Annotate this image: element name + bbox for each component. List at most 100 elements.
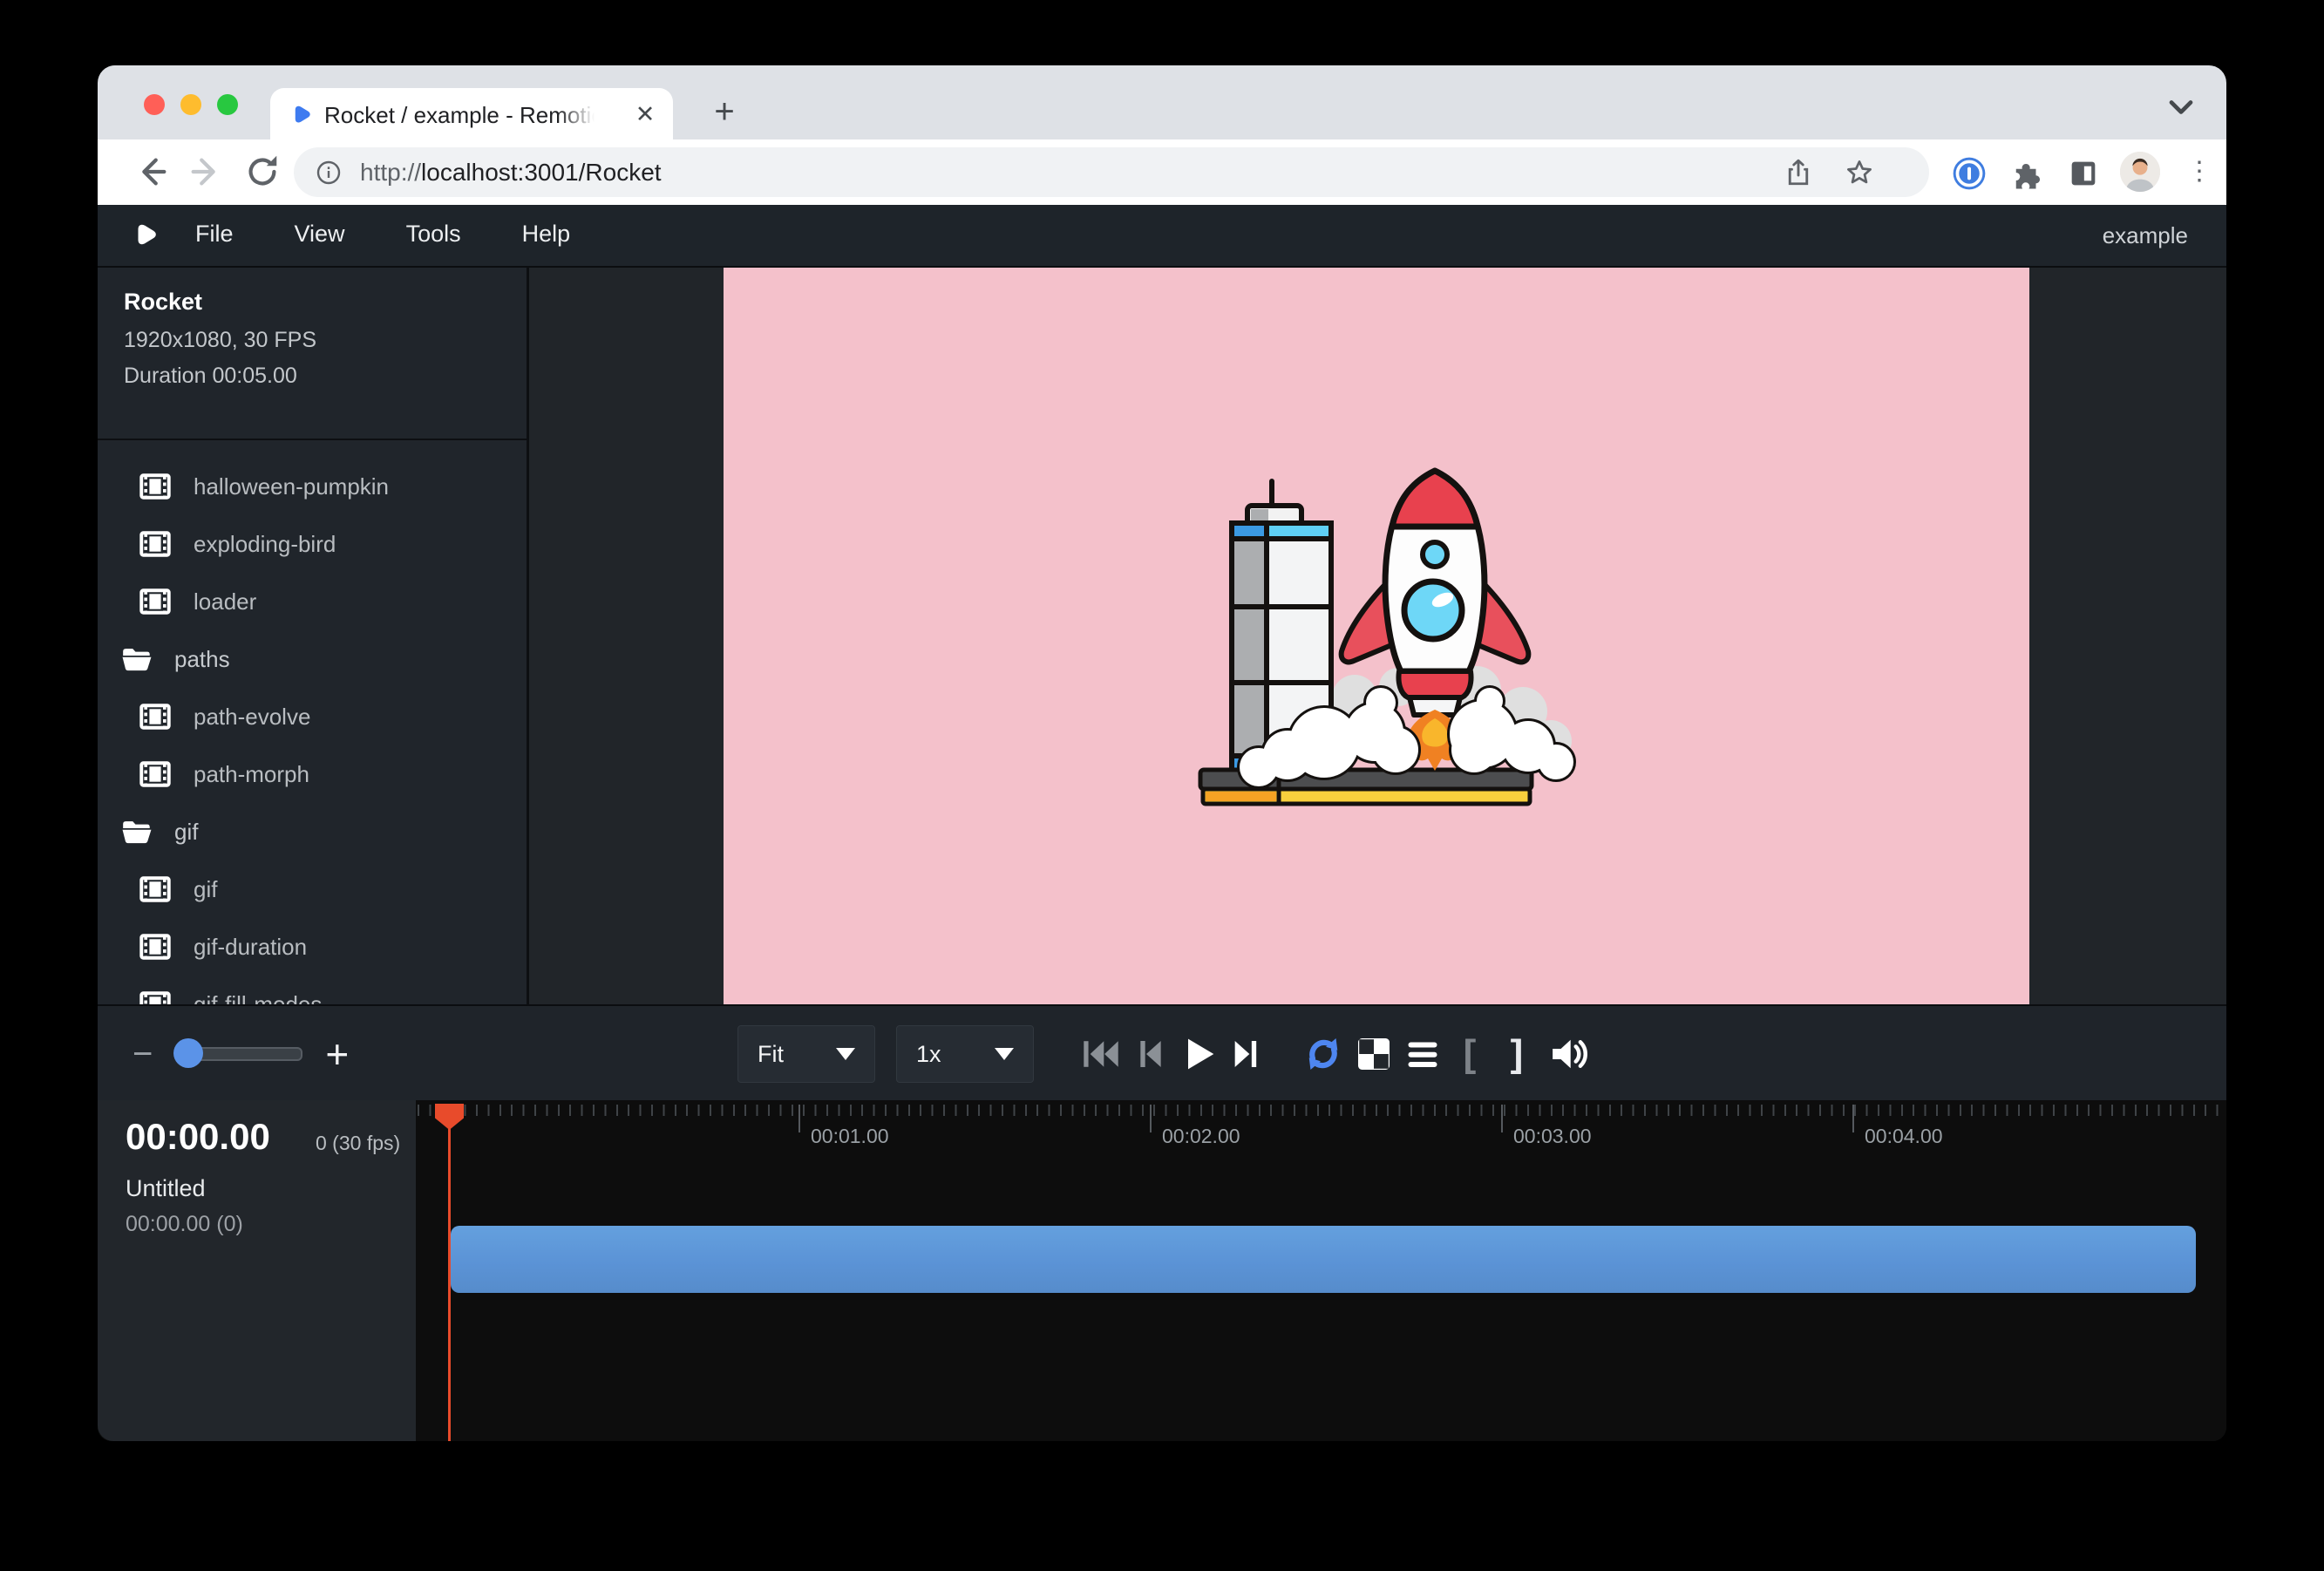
folder-label: gif [174,819,198,846]
tab-search-chevron-icon[interactable] [2162,88,2200,126]
film-icon [139,702,174,731]
remotion-favicon [288,102,314,128]
previous-frame-button[interactable] [1128,1031,1173,1077]
traffic-close-button[interactable] [144,94,165,115]
tab-strip: Rocket / example - Remotion P ✕ + [98,65,2226,139]
size-value: Fit [758,1041,784,1068]
composition-item-exploding-bird[interactable]: exploding-bird [98,515,527,573]
jump-to-start-button[interactable] [1078,1031,1124,1077]
playback-rate-dropdown[interactable]: 1x [896,1025,1034,1083]
sequence-track-bar[interactable] [451,1226,2196,1293]
avatar-face [2120,152,2160,192]
second-tick [798,1105,800,1132]
composition-label: exploding-bird [194,531,336,558]
film-icon [139,529,174,559]
zoom-in-button[interactable]: + [325,1030,349,1078]
film-icon [139,759,174,789]
second-tick [1501,1105,1503,1132]
ruler-label: 00:04.00 [1865,1125,1943,1148]
composition-label: halloween-pumpkin [194,473,389,500]
film-icon [139,932,174,962]
composition-info: Rocket 1920x1080, 30 FPS Duration 00:05.… [124,289,316,399]
menu-file[interactable]: File [192,221,237,248]
sidebar-extension-icon[interactable] [2066,156,2101,191]
composition-label: gif [194,876,217,903]
composition-item-loader[interactable]: loader [98,573,527,630]
player-controls: − + Fit 1x [98,1004,2226,1105]
share-icon[interactable] [1783,157,1814,188]
timeline-header: 00:00.00 0 (30 fps) Untitled 00:00.00 (0… [98,1100,416,1441]
forward-button[interactable] [187,152,227,192]
zoom-slider-knob[interactable] [173,1038,203,1068]
reload-button[interactable] [242,152,282,192]
chevron-down-icon [836,1048,855,1060]
out-point-button[interactable]: ] [1494,1031,1539,1077]
folder-label: paths [174,646,230,673]
play-button[interactable] [1175,1031,1220,1077]
browser-tab[interactable]: Rocket / example - Remotion P ✕ [270,88,673,139]
timeline-rows-button[interactable] [1400,1031,1445,1077]
compositions-sidebar: Rocket 1920x1080, 30 FPS Duration 00:05.… [98,268,529,1004]
volume-button[interactable] [1546,1031,1592,1077]
zoom-slider[interactable] [175,1047,302,1061]
back-button[interactable] [131,152,171,192]
composition-item-path-evolve[interactable]: path-evolve [98,688,527,745]
composition-label: loader [194,588,256,615]
preview-area [529,268,2226,1004]
second-tick [1852,1105,1854,1132]
remotion-logo-icon[interactable] [129,220,160,251]
in-point-button[interactable]: [ [1447,1031,1492,1077]
ruler-label: 00:03.00 [1513,1125,1592,1148]
address-bar[interactable]: http://localhost:3001/Rocket [294,147,1929,197]
timeline-tracks[interactable]: 00:01.00 00:02.00 00:03.00 00:04.00 [418,1100,2226,1441]
site-info-icon[interactable] [315,159,343,187]
composition-list: halloween-pumpkin exploding-bird loader … [98,458,527,1033]
sidebar-divider [98,439,527,440]
composition-item-halloween-pumpkin[interactable]: halloween-pumpkin [98,458,527,515]
playhead-marker[interactable] [435,1104,464,1130]
next-frame-button[interactable] [1224,1031,1269,1077]
timeline-ruler[interactable] [418,1105,2226,1116]
menu-tools[interactable]: Tools [403,221,465,248]
zoom-out-button[interactable]: − [133,1035,153,1074]
playhead-line[interactable] [448,1104,451,1441]
new-tab-button[interactable]: + [701,90,748,137]
composition-duration: Duration 00:05.00 [124,364,316,389]
url-text[interactable]: http://localhost:3001/Rocket [360,159,662,187]
composition-item-gif[interactable]: gif [98,860,527,918]
tab-close-icon[interactable]: ✕ [631,100,659,128]
folder-item-paths[interactable]: paths [98,630,527,688]
timeline-zoom-control: − + [133,1006,349,1102]
url-scheme: http:// [360,159,421,186]
bookmark-star-icon[interactable] [1844,157,1875,188]
profile-avatar[interactable] [2120,152,2160,192]
main-content: Rocket 1920x1080, 30 FPS Duration 00:05.… [98,268,2226,1004]
folder-item-gif[interactable]: gif [98,803,527,860]
menu-view[interactable]: View [291,221,349,248]
film-icon [139,587,174,616]
rocket-illustration [1176,436,1577,837]
track-time: 00:00.00 (0) [126,1212,243,1237]
menu-help[interactable]: Help [519,221,574,248]
current-frame-label: 0 (30 fps) [316,1132,400,1155]
track-name: Untitled [126,1175,206,1202]
composition-label: gif-duration [194,934,307,961]
film-icon [139,472,174,501]
browser-menu-dots-icon[interactable]: ⋮ [2186,153,2212,190]
traffic-minimize-button[interactable] [180,94,201,115]
extensions-puzzle-icon[interactable] [2008,155,2045,192]
loop-toggle-button[interactable] [1301,1031,1346,1077]
browser-toolbar: http://localhost:3001/Rocket [98,139,2226,205]
composition-item-path-morph[interactable]: path-morph [98,745,527,803]
video-canvas[interactable] [724,268,2029,1004]
rate-value: 1x [916,1041,941,1068]
film-icon [139,874,174,904]
composition-item-gif-duration[interactable]: gif-duration [98,918,527,976]
ruler-label: 00:01.00 [811,1125,889,1148]
password-manager-extension-icon[interactable] [1950,154,1988,193]
open-folder-icon [120,644,155,674]
current-timecode: 00:00.00 [126,1116,270,1158]
traffic-zoom-button[interactable] [217,94,238,115]
transparency-checkerboard-button[interactable] [1351,1031,1396,1077]
canvas-size-dropdown[interactable]: Fit [737,1025,875,1083]
